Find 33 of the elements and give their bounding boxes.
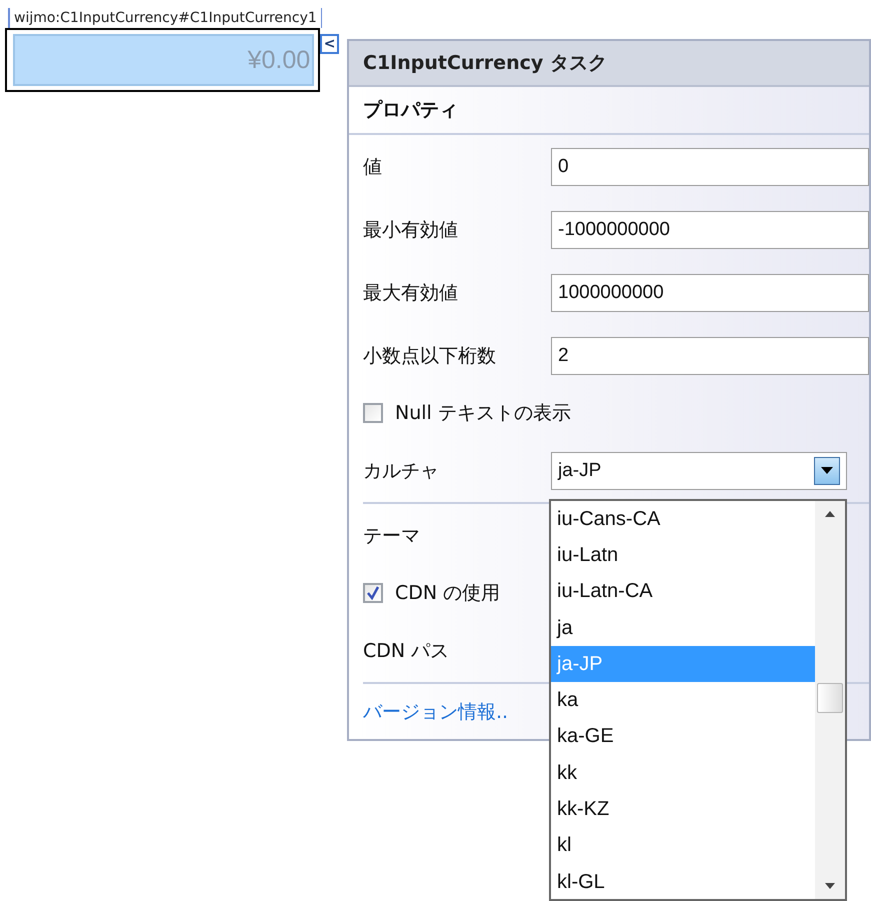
version-info-link[interactable]: バージョン情報.. — [363, 698, 508, 724]
input-field[interactable]: -1000000000 — [551, 210, 869, 248]
dropdown[interactable]: ja-JP — [551, 452, 847, 490]
panel-title: C1InputCurrency タスク — [349, 41, 869, 87]
field-label: 値 — [362, 154, 383, 180]
field-label: 小数点以下桁数 — [362, 344, 497, 368]
section-heading: プロパティ — [349, 87, 869, 135]
list-item[interactable]: kk — [551, 755, 815, 792]
list-item[interactable]: iu-Latn-CA — [551, 574, 815, 610]
list-item[interactable]: iu-Cans-CA — [551, 501, 815, 538]
list-item[interactable]: ka-GE — [551, 718, 815, 756]
checkbox[interactable] — [363, 403, 383, 423]
designer-tag: wijmo:C1InputCurrency#C1InputCurrency1 — [8, 8, 322, 28]
checkbox[interactable] — [363, 583, 383, 603]
list-item[interactable]: kl — [551, 828, 815, 864]
list-item[interactable]: ka — [551, 682, 815, 719]
list-item[interactable]: kk-KZ — [551, 791, 815, 828]
input-field[interactable]: 1000000000 — [551, 274, 869, 312]
list-item[interactable]: iu-Latn — [551, 537, 815, 574]
field-label: 最大有効値 — [362, 280, 459, 306]
scroll-thumb[interactable] — [817, 683, 843, 713]
field-label: CDN パス — [362, 638, 450, 664]
smart-tag-button[interactable]: < — [320, 34, 339, 54]
scrollbar[interactable] — [815, 501, 845, 899]
field-label: 最小有効値 — [362, 218, 459, 242]
list-item[interactable]: kl-GL — [551, 864, 815, 900]
checkbox-label: CDN の使用 — [395, 581, 500, 606]
field-label: テーマ — [362, 524, 421, 548]
checkbox-label: Null テキストの表示 — [395, 401, 571, 426]
field-label: カルチャ — [362, 458, 440, 484]
input-field[interactable]: 0 — [551, 148, 869, 186]
input-field[interactable]: 2 — [551, 336, 869, 374]
list-item[interactable]: ja — [551, 610, 815, 646]
